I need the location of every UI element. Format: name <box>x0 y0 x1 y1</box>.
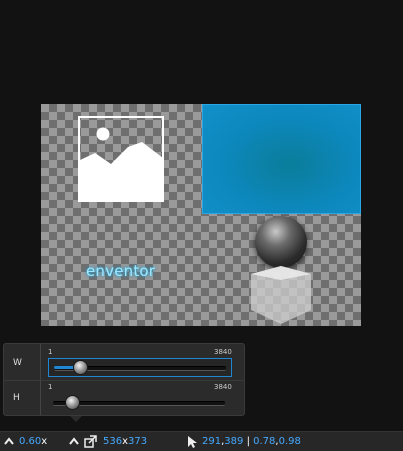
height-label: H <box>13 393 20 403</box>
panel-row-divider <box>4 380 244 381</box>
status-bar: 0.60x 536x373 291,389 | 0.78,0.98 <box>0 431 403 451</box>
width-label: W <box>13 358 22 368</box>
cursor-icon <box>188 436 197 448</box>
width-max-label: 3840 <box>214 348 232 356</box>
height-slider[interactable] <box>48 394 232 413</box>
cube-object[interactable] <box>247 264 315 326</box>
width-slider-knob[interactable] <box>73 360 88 375</box>
resize-icon <box>84 435 97 448</box>
cursor-position-readout: 291,389 | 0.78,0.98 <box>202 436 301 447</box>
height-max-label: 3840 <box>214 383 232 391</box>
sphere-object[interactable] <box>255 216 307 268</box>
layout-preview-canvas[interactable]: enventor <box>41 104 361 326</box>
width-slider[interactable] <box>48 358 232 377</box>
blue-rectangle[interactable] <box>202 104 361 214</box>
chevron-up-icon[interactable] <box>4 437 14 445</box>
height-min-label: 1 <box>48 383 53 391</box>
view-size-readout: 536x373 <box>103 436 148 447</box>
view-size-panel: W 1 3840 H 1 3840 <box>3 343 245 416</box>
width-min-label: 1 <box>48 348 53 356</box>
height-slider-knob[interactable] <box>65 395 80 410</box>
enventor-text-label[interactable]: enventor <box>86 262 155 280</box>
panel-pointer <box>70 416 82 422</box>
image-placeholder-icon <box>78 116 164 202</box>
chevron-up-icon[interactable] <box>69 437 79 445</box>
zoom-readout[interactable]: 0.60x <box>19 436 47 447</box>
